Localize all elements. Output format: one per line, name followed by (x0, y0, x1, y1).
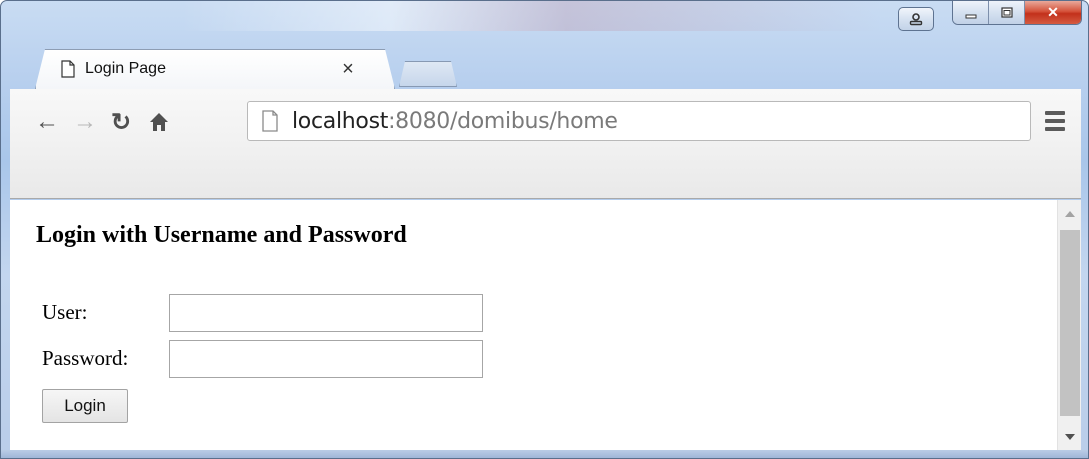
scroll-down-arrow-icon[interactable] (1065, 434, 1075, 440)
address-bar[interactable]: localhost:8080/domibus/home (247, 101, 1031, 141)
page-viewport: Login with Username and Password User: P… (10, 200, 1081, 452)
close-button[interactable]: ✕ (1025, 1, 1081, 24)
scroll-up-arrow-icon[interactable] (1065, 211, 1075, 217)
title-bar-glass (181, 1, 881, 31)
window-bottom-border (1, 450, 1088, 458)
vertical-scrollbar[interactable] (1057, 200, 1081, 452)
scrollbar-thumb[interactable] (1060, 230, 1080, 416)
tab-content: Login Page × (39, 49, 391, 89)
new-tab-button[interactable] (399, 61, 457, 87)
url-text[interactable]: localhost:8080/domibus/home (292, 109, 618, 134)
forward-arrow-icon: → (73, 108, 97, 135)
reload-icon: ↻ (110, 108, 132, 136)
url-path: :8080/domibus/home (388, 108, 618, 134)
menu-icon[interactable] (1045, 111, 1065, 131)
password-label: Password: (42, 346, 129, 370)
username-field[interactable] (169, 294, 483, 332)
maximize-icon (1000, 6, 1013, 18)
back-arrow-icon: ← (35, 108, 59, 135)
login-button[interactable]: Login (42, 389, 128, 423)
window-controls: ✕ (898, 1, 1082, 41)
tab-title: Login Page (85, 60, 166, 77)
home-button[interactable] (144, 107, 174, 137)
browser-window: ✕ Login Page × ← → ↻ localhost:8080/domi… (0, 0, 1089, 459)
close-icon: ✕ (1047, 4, 1059, 20)
tab-close-icon[interactable]: × (335, 59, 361, 79)
page-icon (61, 60, 75, 78)
browser-toolbar: ← → ↻ localhost:8080/domibus/home (10, 89, 1081, 199)
reload-button[interactable]: ↻ (106, 107, 136, 137)
maximize-button[interactable] (989, 1, 1025, 24)
minimize-button[interactable] (953, 1, 989, 24)
password-field[interactable] (169, 340, 483, 378)
user-icon[interactable] (898, 7, 934, 31)
page-title: Login with Username and Password (36, 222, 407, 248)
page-icon (262, 110, 278, 132)
back-button[interactable]: ← (32, 107, 62, 137)
forward-button[interactable]: → (70, 107, 100, 137)
caption-buttons: ✕ (952, 1, 1082, 25)
user-label: User: (42, 300, 88, 324)
minimize-icon (965, 14, 976, 18)
url-host: localhost (292, 108, 389, 134)
home-icon (150, 113, 168, 131)
